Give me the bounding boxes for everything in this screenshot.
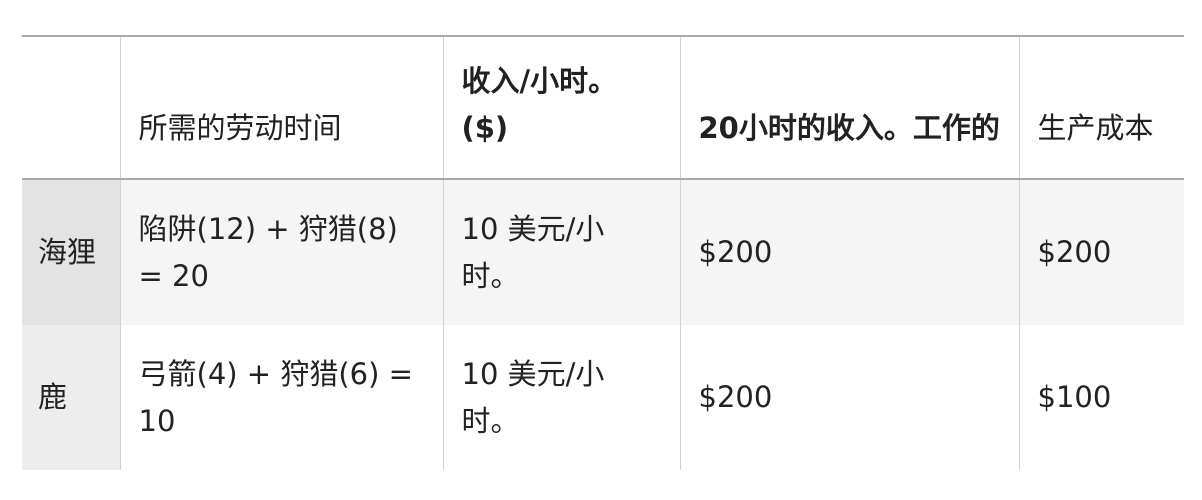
cell-labor-time: 陷阱(12) + 狩猎(8) = 20 [119,179,443,325]
cell-hourly-rate: 10 美元/小时。 [442,179,680,325]
header-corner [22,36,120,179]
header-production-cost: 生产成本 [1018,36,1184,179]
table-row: 鹿 弓箭(4) + 狩猎(6) = 10 10 美元/小时。 $200 $100 [22,325,1184,470]
header-labor-time: 所需的劳动时间 [119,36,443,179]
labor-cost-table: 所需的劳动时间 收入/小时。($) 20小时的收入。工作的 生产成本 海狸 陷阱… [22,35,1184,470]
comparison-table-container: 所需的劳动时间 收入/小时。($) 20小时的收入。工作的 生产成本 海狸 陷阱… [22,35,1184,470]
table-header: 所需的劳动时间 收入/小时。($) 20小时的收入。工作的 生产成本 [22,36,1184,179]
row-label-beaver: 海狸 [22,179,120,325]
cell-hourly-rate: 10 美元/小时。 [442,325,680,470]
table-row: 海狸 陷阱(12) + 狩猎(8) = 20 10 美元/小时。 $200 $2… [22,179,1184,325]
table-body: 海狸 陷阱(12) + 狩猎(8) = 20 10 美元/小时。 $200 $2… [22,179,1184,470]
cell-cost: $200 [1018,179,1184,325]
header-row: 所需的劳动时间 收入/小时。($) 20小时的收入。工作的 生产成本 [22,36,1184,179]
cell-cost: $100 [1018,325,1184,470]
cell-income: $200 [679,179,1019,325]
header-income-20h: 20小时的收入。工作的 [679,36,1019,179]
cell-income: $200 [679,325,1019,470]
cell-labor-time: 弓箭(4) + 狩猎(6) = 10 [119,325,443,470]
header-hourly-income: 收入/小时。($) [442,36,680,179]
row-label-deer: 鹿 [22,325,120,470]
